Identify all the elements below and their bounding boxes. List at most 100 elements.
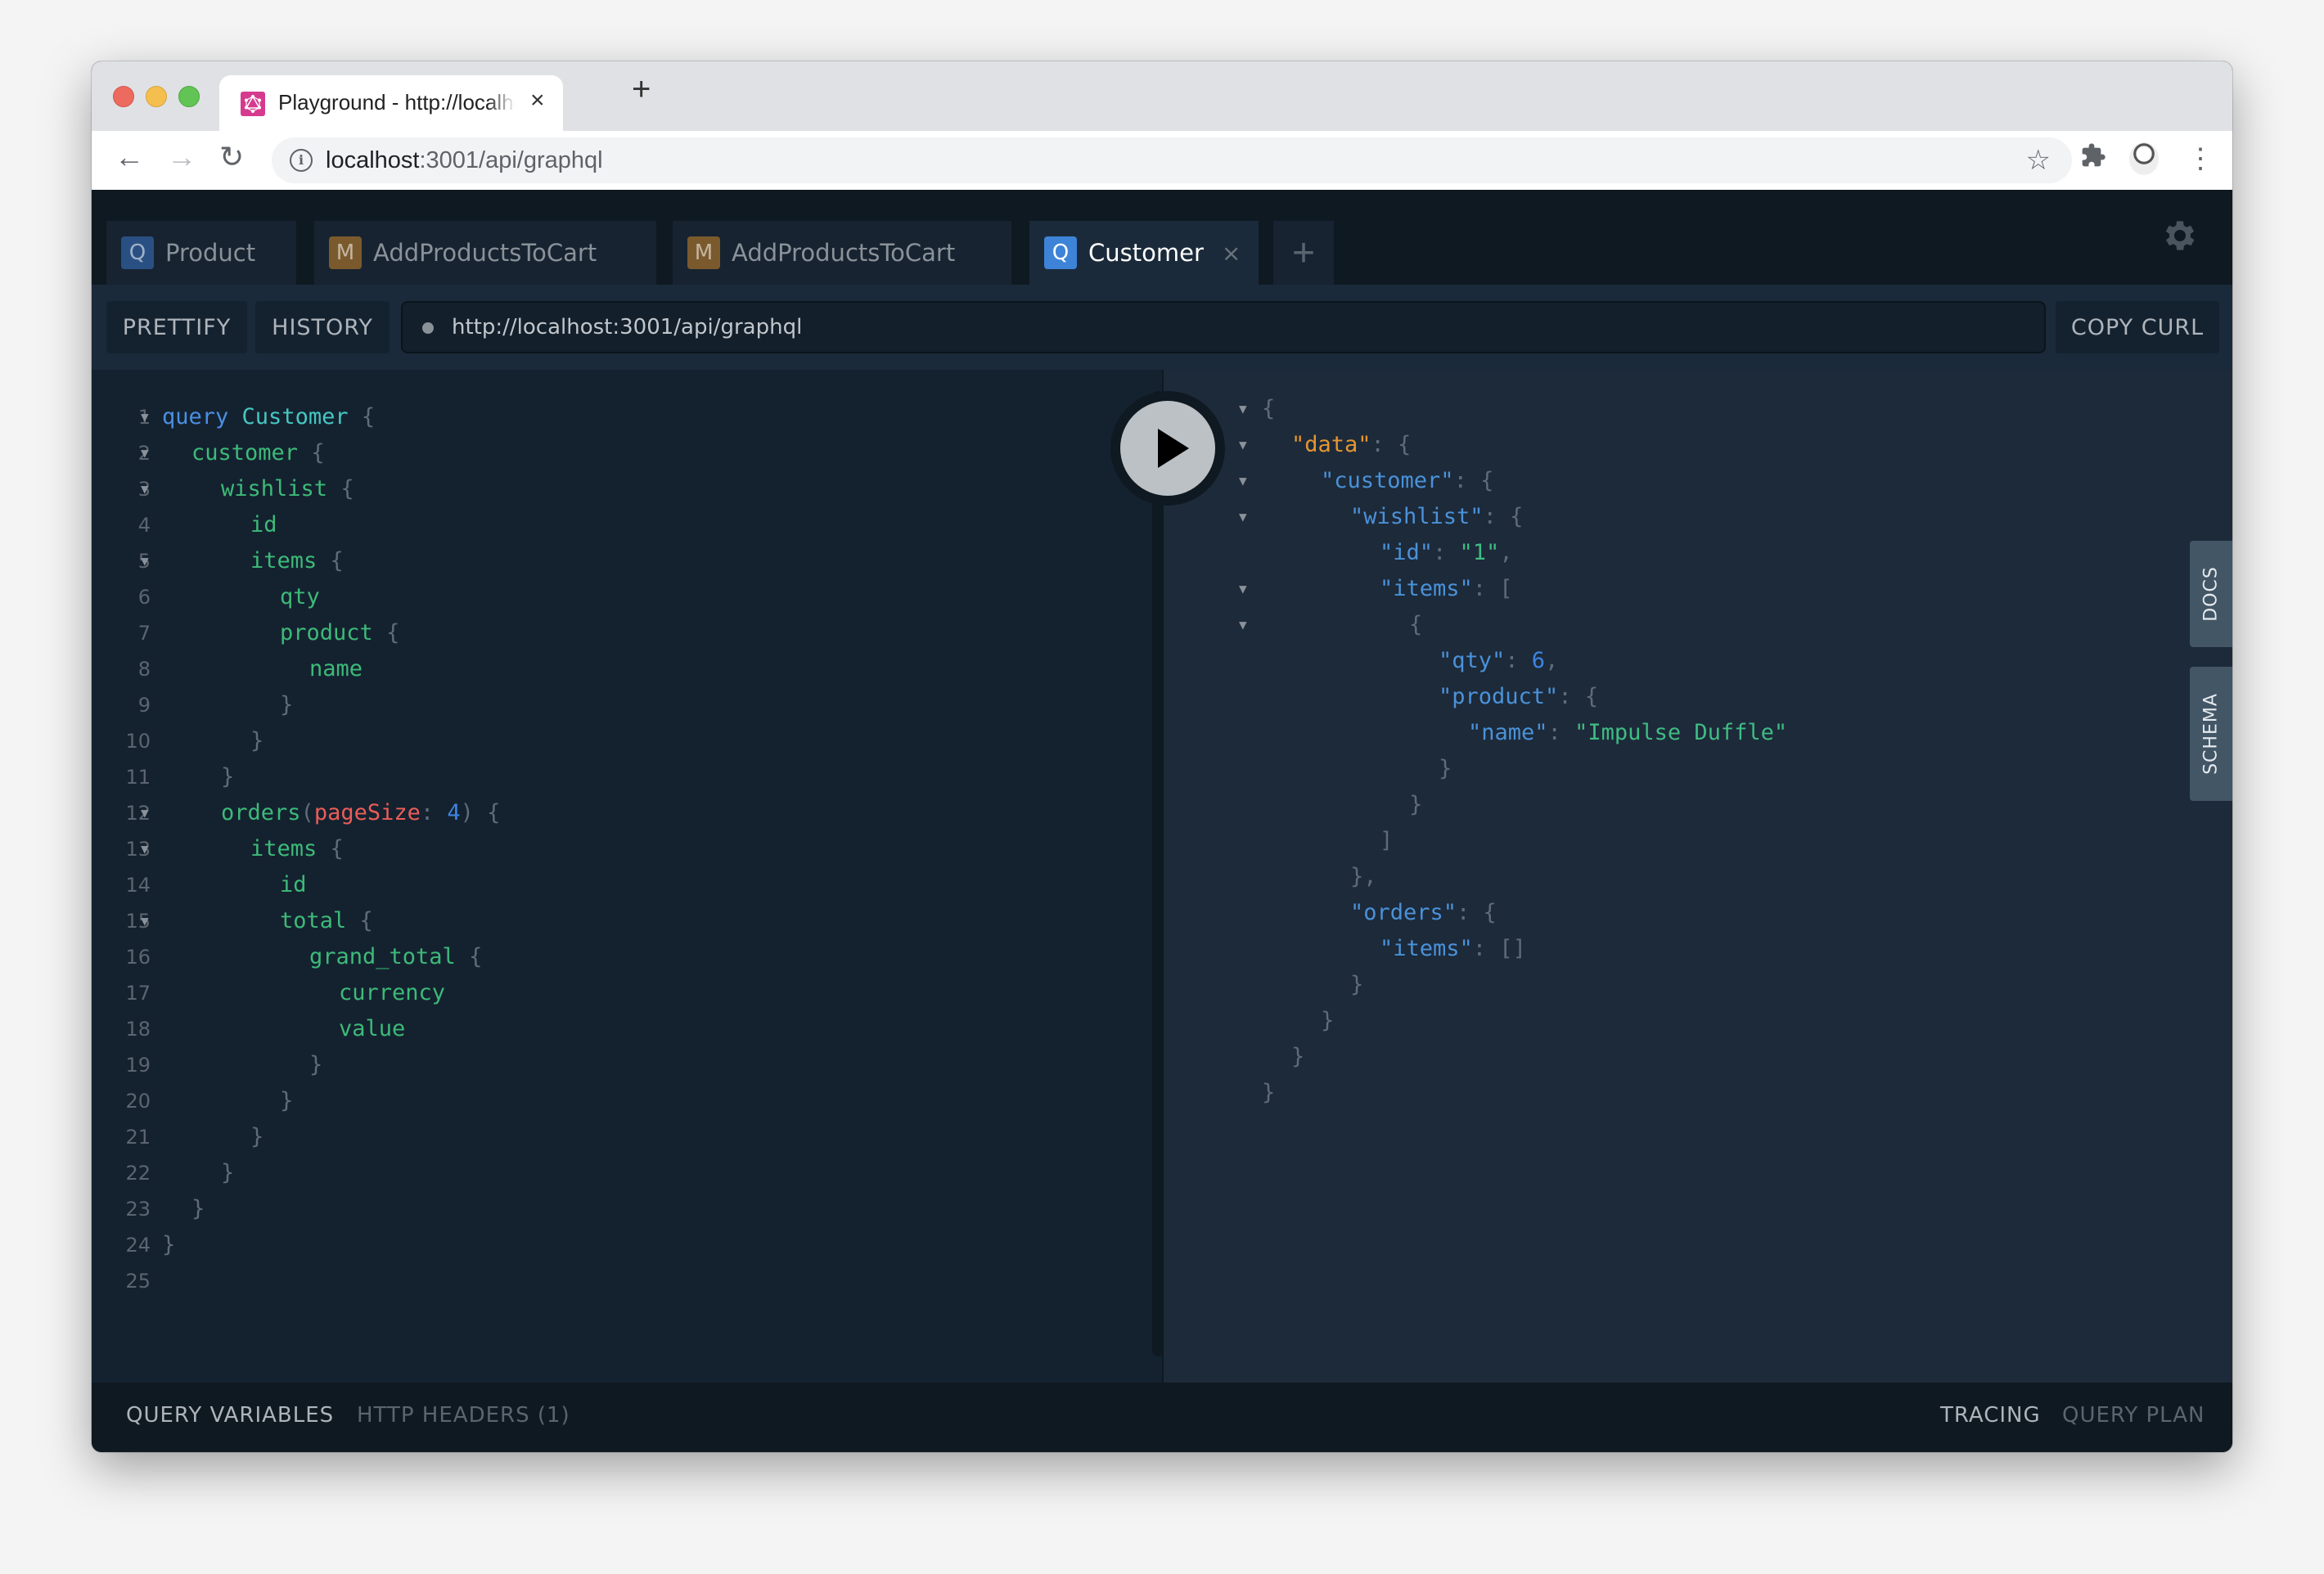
code-text: "wishlist": {	[1350, 499, 1523, 535]
code-token: }	[1409, 792, 1423, 817]
code-token: pageSize	[313, 800, 421, 825]
fold-arrow-icon[interactable]: ▼	[141, 543, 149, 579]
fold-arrow-icon[interactable]: ▼	[1239, 391, 1247, 427]
schema-label: SCHEMA	[2200, 693, 2222, 775]
play-icon	[1158, 429, 1189, 468]
code-token: : {	[1483, 504, 1524, 529]
code-text: }	[1439, 751, 1452, 787]
endpoint-status-dot	[422, 322, 434, 334]
code-token: qty	[280, 584, 320, 609]
code-token: "items"	[1380, 936, 1473, 961]
code-token: Customer	[241, 404, 349, 429]
code-token: 6	[1531, 648, 1546, 673]
fold-arrow-icon[interactable]: ▼	[141, 471, 149, 507]
query-tab-product[interactable]: Q Product	[106, 221, 296, 285]
fold-arrow-icon[interactable]: ▼	[1239, 499, 1247, 535]
code-text: }	[280, 1083, 293, 1119]
code-text: orders(pageSize: 4) {	[221, 795, 500, 831]
code-text: }	[280, 687, 293, 723]
fold-arrow-icon[interactable]: ▼	[141, 903, 149, 939]
code-text: }	[1350, 967, 1363, 1003]
prettify-button[interactable]: PRETTIFY	[106, 301, 247, 353]
code-token: }	[250, 728, 264, 753]
fold-arrow-icon[interactable]: ▼	[1239, 463, 1247, 499]
fold-arrow-icon[interactable]: ▼	[1239, 571, 1247, 607]
fold-arrow-icon[interactable]: ▼	[1239, 607, 1247, 643]
code-text: items {	[250, 543, 344, 579]
fold-arrow-icon[interactable]: ▼	[141, 795, 149, 831]
code-token: "1"	[1459, 540, 1500, 565]
bookmark-star-icon[interactable]: ☆	[2026, 144, 2051, 177]
new-tab-button[interactable]: +	[632, 73, 651, 106]
query-badge: Q	[121, 236, 154, 269]
query-tab-addproductstocart-1[interactable]: M AddProductsToCart	[314, 221, 656, 285]
close-tab-icon[interactable]: ×	[530, 87, 545, 115]
pane-resize-handle[interactable]	[1152, 391, 1164, 1356]
code-token: query	[162, 404, 229, 429]
code-token: total	[280, 908, 347, 933]
extensions-puzzle-icon[interactable]	[2080, 142, 2106, 176]
code-token: "Impulse Duffle"	[1574, 720, 1788, 745]
schema-side-tab[interactable]: SCHEMA	[2190, 667, 2232, 801]
code-text: }	[250, 1119, 263, 1155]
fold-arrow-icon[interactable]: ▼	[141, 831, 149, 867]
settings-gear-icon[interactable]	[2160, 216, 2200, 259]
code-token: }	[221, 1160, 235, 1185]
code-text: items {	[250, 831, 344, 867]
query-tab-customer[interactable]: Q Customer ×	[1029, 221, 1259, 285]
site-info-icon[interactable]: i	[290, 149, 313, 172]
query-editor[interactable]: 1 ▼ query Customer {2 ▼ customer {3 ▼ wishlist…	[92, 370, 1155, 1383]
browser-menu-icon[interactable]: ⋮	[2187, 142, 2214, 175]
minimize-window-button[interactable]	[146, 86, 167, 107]
profile-avatar[interactable]	[2129, 142, 2159, 175]
add-tab-button[interactable]: +	[1273, 221, 1334, 285]
copy-curl-button[interactable]: COPY CURL	[2056, 301, 2219, 353]
code-token: : [	[1472, 576, 1513, 601]
code-text: total {	[280, 903, 373, 939]
execute-query-button[interactable]	[1110, 391, 1225, 506]
code-token: }	[1291, 1044, 1305, 1069]
code-token: : {	[1558, 684, 1599, 709]
code-token: }	[280, 1088, 294, 1113]
mutation-badge: M	[329, 236, 362, 269]
address-url[interactable]: localhost:3001/api/graphql	[326, 147, 603, 174]
http-toolbar: PRETTIFY HISTORY http://localhost:3001/a…	[92, 285, 2232, 370]
code-text: "orders": {	[1350, 895, 1497, 931]
result-viewer: ▼{▼ "data": {▼ "customer": {▼ "wishlist": {…	[1164, 370, 2232, 1383]
maximize-window-button[interactable]	[178, 86, 200, 107]
address-bar[interactable]: i localhost:3001/api/graphql ☆	[272, 137, 2072, 183]
code-token: {	[340, 476, 354, 501]
docs-side-tab[interactable]: DOCS	[2190, 541, 2232, 647]
docs-label: DOCS	[2200, 566, 2222, 622]
browser-tab[interactable]: Playground - http://localhost:3001/api/g…	[219, 75, 563, 131]
line-number: 19	[125, 1054, 151, 1077]
endpoint-input[interactable]: http://localhost:3001/api/graphql	[401, 301, 2046, 353]
code-token: "id"	[1380, 540, 1434, 565]
code-text: "qty": 6,	[1439, 643, 1558, 679]
code-token: name	[309, 656, 363, 681]
http-headers-tab[interactable]: HTTP HEADERS (1)	[357, 1403, 570, 1428]
tracing-tab[interactable]: TRACING	[1940, 1403, 2041, 1428]
close-window-button[interactable]	[113, 86, 134, 107]
code-token: }	[250, 1124, 264, 1149]
query-variables-tab[interactable]: QUERY VARIABLES	[126, 1403, 334, 1428]
fold-arrow-icon[interactable]: ▼	[1239, 427, 1247, 463]
code-token: ]	[1380, 828, 1394, 853]
query-tab-addproductstocart-2[interactable]: M AddProductsToCart	[673, 221, 1011, 285]
code-token: : {	[1457, 900, 1497, 925]
play-button-face	[1120, 401, 1215, 496]
fold-arrow-icon[interactable]: ▼	[141, 399, 149, 435]
back-arrow-icon[interactable]: ←	[115, 142, 144, 172]
code-token: items	[250, 836, 318, 861]
history-button[interactable]: HISTORY	[255, 301, 390, 353]
code-token: }	[191, 1196, 205, 1221]
fold-arrow-icon[interactable]: ▼	[141, 435, 149, 471]
code-token: }	[162, 1232, 176, 1257]
close-tab-icon[interactable]: ×	[1222, 240, 1241, 267]
forward-arrow-icon[interactable]: →	[167, 142, 196, 172]
reload-icon[interactable]: ↻	[219, 142, 244, 172]
query-plan-tab[interactable]: QUERY PLAN	[2062, 1403, 2205, 1428]
